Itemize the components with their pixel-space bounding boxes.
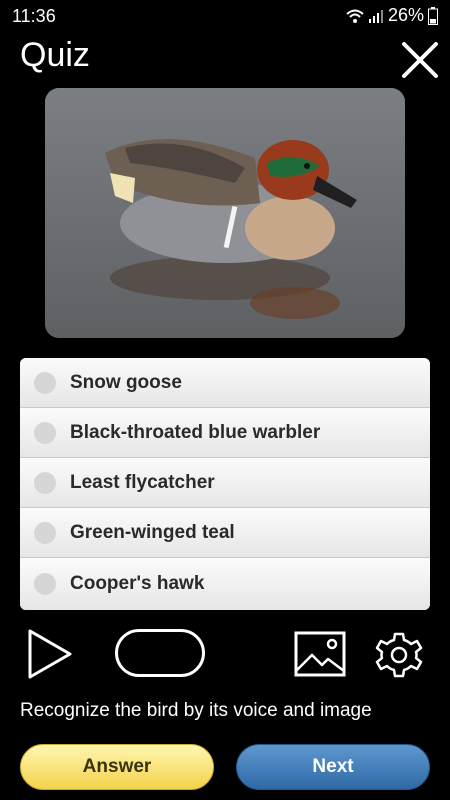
answer-button[interactable]: Answer — [20, 744, 214, 790]
image-icon[interactable] — [294, 631, 346, 677]
instruction-text: Recognize the bird by its voice and imag… — [20, 700, 372, 721]
close-icon[interactable] — [398, 38, 442, 82]
duck-photo-illustration — [45, 88, 405, 338]
option-green-winged-teal[interactable]: Green-winged teal — [20, 508, 430, 558]
gear-icon[interactable] — [375, 631, 423, 679]
radio-button[interactable] — [34, 371, 56, 394]
option-label: Least flycatcher — [70, 471, 215, 493]
signal-icon — [368, 9, 383, 23]
play-icon[interactable] — [26, 628, 74, 680]
option-label: Black-throated blue warbler — [70, 421, 321, 443]
radio-button[interactable] — [34, 421, 56, 444]
status-bar: 11:36 26% — [0, 0, 450, 32]
bird-photo — [45, 88, 405, 338]
battery-icon — [428, 6, 438, 25]
option-black-throated-blue-warbler[interactable]: Black-throated blue warbler — [20, 408, 430, 458]
option-coopers-hawk[interactable]: Cooper's hawk — [20, 558, 430, 610]
answer-options: Snow goose Black-throated blue warbler L… — [20, 358, 430, 610]
radio-button[interactable] — [34, 573, 56, 595]
status-time: 11:36 — [12, 6, 56, 26]
option-label: Cooper's hawk — [70, 573, 205, 594]
option-label: Snow goose — [70, 371, 182, 393]
next-button[interactable]: Next — [236, 744, 430, 790]
battery-percent: 26% — [387, 5, 424, 25]
option-label: Green-winged teal — [70, 521, 235, 543]
page-title: Quiz — [20, 36, 90, 74]
status-icons: 26% — [346, 5, 438, 26]
pill-toggle-button[interactable] — [115, 629, 205, 677]
option-least-flycatcher[interactable]: Least flycatcher — [20, 458, 430, 508]
radio-button[interactable] — [34, 521, 56, 544]
wifi-icon — [346, 9, 364, 23]
option-snow-goose[interactable]: Snow goose — [20, 358, 430, 408]
media-controls — [0, 625, 450, 685]
radio-button[interactable] — [34, 471, 56, 494]
